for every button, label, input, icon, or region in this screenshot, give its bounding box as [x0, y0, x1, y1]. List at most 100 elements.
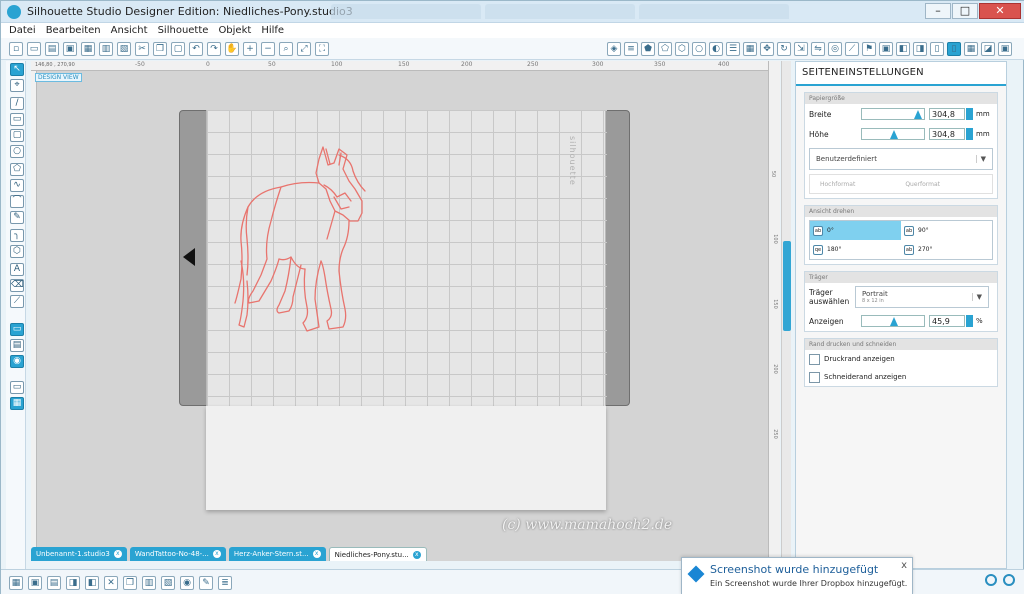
minimize-button[interactable]: –: [925, 3, 951, 19]
zoom-out-icon[interactable]: −: [261, 41, 275, 56]
zoom-spinner[interactable]: [966, 315, 973, 327]
cut-border-checkbox[interactable]: Schneiderand anzeigen: [805, 368, 997, 386]
close-tab-icon[interactable]: x: [312, 550, 321, 558]
circle-icon[interactable]: ○: [692, 42, 706, 56]
library-icon[interactable]: ▤: [45, 41, 59, 56]
panel-toggle-icon[interactable]: ▭: [10, 381, 24, 394]
design-view-badge[interactable]: DESIGN VIEW: [35, 73, 82, 82]
close-window-button[interactable]: ✕: [979, 3, 1021, 19]
select-all-icon[interactable]: ▦: [9, 575, 23, 590]
release-compound-icon[interactable]: ◧: [85, 575, 99, 590]
zoom-in-icon[interactable]: +: [243, 41, 257, 56]
close-icon[interactable]: x: [901, 560, 907, 571]
rotate-270-option[interactable]: ab 270°: [901, 240, 992, 259]
edit-icon[interactable]: ✎: [199, 575, 213, 590]
eraser-tool-icon[interactable]: ⌫: [10, 279, 24, 292]
delete-icon[interactable]: ✕: [104, 575, 118, 590]
mirror-icon[interactable]: ⇋: [811, 42, 825, 56]
copy-icon[interactable]: ❐: [153, 41, 167, 56]
line-style-icon[interactable]: ≡: [624, 42, 638, 56]
scale-icon[interactable]: ⇲: [794, 42, 808, 56]
layers-icon[interactable]: ≣: [218, 575, 232, 590]
zoom-fit-icon[interactable]: ⛶: [315, 41, 329, 56]
hexagon-icon[interactable]: ⬡: [675, 42, 689, 56]
send-backward-icon[interactable]: ▧: [161, 575, 175, 590]
rotate-0-option[interactable]: ab 0°: [810, 221, 901, 240]
save-as-icon[interactable]: ▦: [81, 41, 95, 56]
page-settings-icon[interactable]: ▯: [930, 42, 944, 56]
checkbox-box[interactable]: [809, 353, 820, 365]
close-tab-icon[interactable]: x: [212, 550, 221, 558]
height-input[interactable]: 304,8: [929, 128, 965, 140]
print-border-checkbox[interactable]: Druckrand anzeigen: [805, 350, 997, 368]
rotate-90-option[interactable]: ab 90°: [901, 221, 992, 240]
paste-icon[interactable]: ▢: [171, 41, 185, 56]
knife-tool-icon[interactable]: ⟋: [10, 295, 24, 308]
landscape-option[interactable]: Querformat: [905, 181, 940, 188]
polygon-tool-icon[interactable]: ⬠: [10, 163, 24, 176]
select-tool-icon[interactable]: ↖: [10, 63, 24, 76]
height-spinner[interactable]: [966, 128, 973, 140]
curve-tool-icon[interactable]: ∿: [10, 179, 24, 192]
group-icon[interactable]: ▣: [28, 575, 42, 590]
redo-icon[interactable]: ↷: [207, 41, 221, 56]
save-icon[interactable]: ▣: [63, 41, 77, 56]
fill-icon[interactable]: ◈: [607, 42, 621, 56]
cut-settings-icon[interactable]: ▦: [964, 42, 978, 56]
width-slider[interactable]: [861, 108, 925, 120]
send-icon[interactable]: ▣: [998, 42, 1012, 56]
open-file-icon[interactable]: ▭: [27, 41, 41, 56]
modify-icon[interactable]: ◧: [896, 42, 910, 56]
pan-icon[interactable]: ✋: [225, 41, 239, 56]
pony-design[interactable]: [231, 141, 391, 366]
doc-tab[interactable]: WandTattoo-No-48-... x: [129, 547, 226, 561]
menu-bearbeiten[interactable]: Bearbeiten: [46, 25, 101, 36]
trace-icon[interactable]: ⚑: [862, 42, 876, 56]
ungroup-icon[interactable]: ▤: [47, 575, 61, 590]
register-icon[interactable]: ◪: [981, 42, 995, 56]
duplicate-icon[interactable]: ❐: [123, 575, 137, 590]
design-view-icon[interactable]: ▭: [10, 323, 24, 336]
menu-datei[interactable]: Datei: [9, 25, 36, 36]
close-tab-icon[interactable]: x: [113, 550, 122, 558]
settings-icon[interactable]: [1003, 574, 1015, 586]
gear-icon[interactable]: [985, 574, 997, 586]
text-tool-icon[interactable]: A: [10, 263, 24, 276]
pentagon-outline-icon[interactable]: ⬠: [658, 42, 672, 56]
zoom-slider[interactable]: [861, 315, 925, 327]
smooth-freehand-icon[interactable]: ╮: [10, 229, 24, 242]
slider-knob[interactable]: [890, 317, 898, 326]
paper-size-select[interactable]: Benutzerdefiniert ▼: [809, 148, 993, 170]
fit-to-page-icon[interactable]: ⤢: [297, 41, 311, 56]
width-input[interactable]: 304,8: [929, 108, 965, 120]
rotate-180-option[interactable]: qe 180°: [810, 240, 901, 259]
menu-objekt[interactable]: Objekt: [218, 25, 251, 36]
height-slider[interactable]: [861, 128, 925, 140]
checkbox-box[interactable]: [809, 371, 820, 383]
print-icon[interactable]: ▥: [99, 41, 113, 56]
split-view-icon[interactable]: ▦: [10, 397, 24, 410]
doc-tab[interactable]: Unbenannt-1.studio3 x: [31, 547, 127, 561]
doc-tab-active[interactable]: Niedliches-Pony.stu... x: [328, 547, 427, 561]
page-setup-active-icon[interactable]: ▯: [947, 42, 961, 56]
edit-points-icon[interactable]: ⌖: [10, 79, 24, 92]
rounded-rect-tool-icon[interactable]: ▢: [10, 129, 24, 142]
rectangle-tool-icon[interactable]: ▭: [10, 113, 24, 126]
dropbox-notification[interactable]: Screenshot wurde hinzugefügt Ein Screens…: [681, 557, 913, 594]
menu-hilfe[interactable]: Hilfe: [261, 25, 284, 36]
slider-knob[interactable]: [890, 130, 898, 139]
transform-icon[interactable]: ◨: [913, 42, 927, 56]
scrollbar-thumb[interactable]: [783, 241, 791, 331]
cut-icon[interactable]: ✂: [135, 41, 149, 56]
maximize-button[interactable]: □: [952, 3, 978, 19]
vertical-scrollbar[interactable]: [781, 61, 791, 561]
doc-tab[interactable]: Herz-Anker-Stern.st... x: [228, 547, 326, 561]
undo-icon[interactable]: ↶: [189, 41, 203, 56]
close-tab-icon[interactable]: x: [412, 550, 421, 559]
zoom-input[interactable]: 45,9: [929, 315, 965, 327]
freehand-tool-icon[interactable]: ✎: [10, 211, 24, 224]
carrier-select[interactable]: Portrait 8 x 12 in ▼: [855, 286, 989, 308]
knife-icon[interactable]: ⟋: [845, 42, 859, 56]
lines-icon[interactable]: ☰: [726, 42, 740, 56]
move-icon[interactable]: ✥: [760, 42, 774, 56]
